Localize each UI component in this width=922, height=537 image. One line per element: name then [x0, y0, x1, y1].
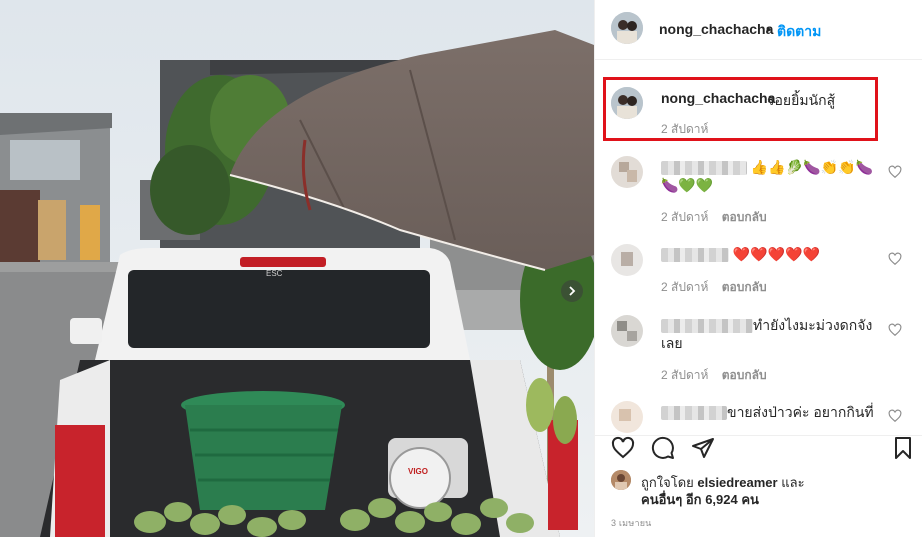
- post-header: nong_chachacha • ติดตาม: [595, 0, 922, 60]
- follow-button[interactable]: ติดตาม: [777, 21, 821, 43]
- reply-button[interactable]: ตอบกลับ: [722, 368, 767, 382]
- caption-username[interactable]: nong_chachacha: [661, 90, 775, 106]
- comment-avatar[interactable]: [611, 401, 643, 433]
- blurred-avatar: [611, 315, 643, 347]
- comment-like-icon[interactable]: [888, 252, 902, 266]
- comment-text: 👍👍🥬🍆👏👏🍆🍆💚💚: [661, 158, 883, 194]
- reply-button[interactable]: ตอบกลับ: [722, 280, 767, 294]
- comment-meta: 2 สัปดาห์ ตอบกลับ: [661, 366, 767, 385]
- avatar[interactable]: [611, 12, 643, 44]
- header-username[interactable]: nong_chachacha: [659, 21, 773, 37]
- blurred-avatar: [611, 401, 643, 433]
- paper-plane-icon[interactable]: [691, 436, 715, 460]
- blurred-avatar: [611, 244, 643, 276]
- blurred-username: [661, 406, 727, 421]
- bookmark-icon[interactable]: [891, 436, 915, 460]
- likes-prefix: ถูกใจโดย: [641, 475, 694, 490]
- likes-count-line[interactable]: คนอื่นๆ อีก 6,924 คน: [641, 489, 759, 510]
- comment-text: ทำยังไงมะม่วงดกจังเลย: [661, 316, 883, 352]
- comment-time[interactable]: 2 สัปดาห์: [661, 368, 708, 382]
- post-actions: ถูกใจโดย elsiedreamer และ คนอื่นๆ อีก 6,…: [595, 435, 922, 537]
- likes-and: และ: [781, 475, 805, 490]
- caption-avatar[interactable]: [611, 87, 643, 119]
- comment-meta: 2 สัปดาห์ ตอบกลับ: [661, 208, 767, 227]
- blurred-username: [661, 248, 729, 263]
- chevron-right-icon: [569, 286, 576, 296]
- comment-avatar[interactable]: [611, 156, 643, 188]
- heart-icon[interactable]: [611, 436, 635, 460]
- comment-meta: 2 สัปดาห์ ตอบกลับ: [661, 278, 767, 297]
- reply-button[interactable]: ตอบกลับ: [722, 210, 767, 224]
- comment-bubble-icon[interactable]: [651, 436, 675, 460]
- header-separator: •: [766, 21, 771, 37]
- post-date[interactable]: 3 เมษายน: [611, 516, 652, 530]
- comments-list[interactable]: nong_chachacha รอยยิ้มนักสู้ 2 สัปดาห์ 👍…: [595, 61, 922, 435]
- blurred-avatar: [611, 156, 643, 188]
- comment-body: ขายส่งป่าวค่ะ อยากกินที่: [727, 404, 874, 420]
- comment-time[interactable]: 2 สัปดาห์: [661, 280, 708, 294]
- liker-username[interactable]: elsiedreamer: [697, 475, 777, 490]
- post-side-panel: nong_chachacha • ติดตาม nong_chachacha ร…: [594, 0, 922, 537]
- caption-time[interactable]: 2 สัปดาห์: [661, 120, 708, 139]
- comment-avatar[interactable]: [611, 244, 643, 276]
- likes-others-prefix: คนอื่นๆ อีก: [641, 492, 702, 507]
- next-photo-button[interactable]: [561, 280, 583, 302]
- scale-brand: VIGO: [408, 467, 428, 476]
- photo-scene: ESC VIGO: [0, 0, 594, 537]
- comment-like-icon[interactable]: [888, 165, 902, 179]
- comment-text: ขายส่งป่าวค่ะ อยากกินที่: [661, 403, 883, 421]
- comment-like-icon[interactable]: [888, 323, 902, 337]
- comment-time[interactable]: 2 สัปดาห์: [661, 210, 708, 224]
- post-photo: ESC VIGO: [0, 0, 594, 537]
- avatar-photo: [611, 87, 643, 119]
- highlight-box: [603, 77, 878, 141]
- avatar-photo: [611, 12, 643, 44]
- likes-count: 6,924 คน: [705, 492, 759, 507]
- caption-text: รอยยิ้มนักสู้: [767, 92, 836, 108]
- comment-like-icon[interactable]: [888, 409, 902, 423]
- tailgate-text: ESC: [266, 269, 283, 278]
- blurred-username: [661, 161, 747, 176]
- comment-avatar[interactable]: [611, 315, 643, 347]
- comment-text: ❤️❤️❤️❤️❤️: [661, 245, 883, 263]
- blurred-username: [661, 319, 753, 334]
- liker-avatar-photo: [611, 470, 631, 490]
- liker-avatar[interactable]: [611, 470, 631, 490]
- comment-emoji: ❤️❤️❤️❤️❤️: [732, 246, 821, 262]
